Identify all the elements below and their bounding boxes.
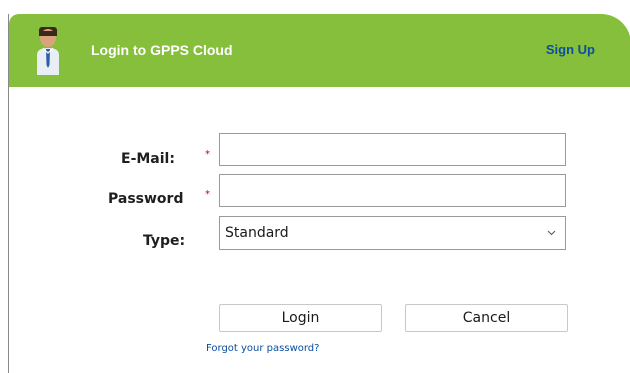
user-avatar-icon: [37, 27, 59, 75]
email-label: E-Mail:: [121, 151, 175, 167]
chevron-down-icon: [547, 230, 556, 236]
header-title: Login to GPPS Cloud: [91, 42, 233, 58]
type-select[interactable]: Standard: [219, 216, 566, 250]
password-field[interactable]: [219, 174, 566, 207]
signup-link[interactable]: Sign Up: [546, 42, 595, 57]
login-button[interactable]: Login: [219, 304, 382, 332]
email-field[interactable]: [219, 133, 566, 166]
forgot-password-link[interactable]: Forgot your password?: [206, 343, 319, 354]
cancel-button[interactable]: Cancel: [405, 304, 568, 332]
password-required-marker: *: [205, 189, 210, 200]
login-header: Login to GPPS Cloud Sign Up: [9, 14, 630, 87]
type-label: Type:: [143, 233, 186, 249]
email-required-marker: *: [205, 149, 210, 160]
password-label: Password: [108, 191, 184, 207]
login-panel: Login to GPPS Cloud Sign Up E-Mail: * Pa…: [8, 14, 630, 373]
type-selected-value: Standard: [225, 225, 289, 241]
